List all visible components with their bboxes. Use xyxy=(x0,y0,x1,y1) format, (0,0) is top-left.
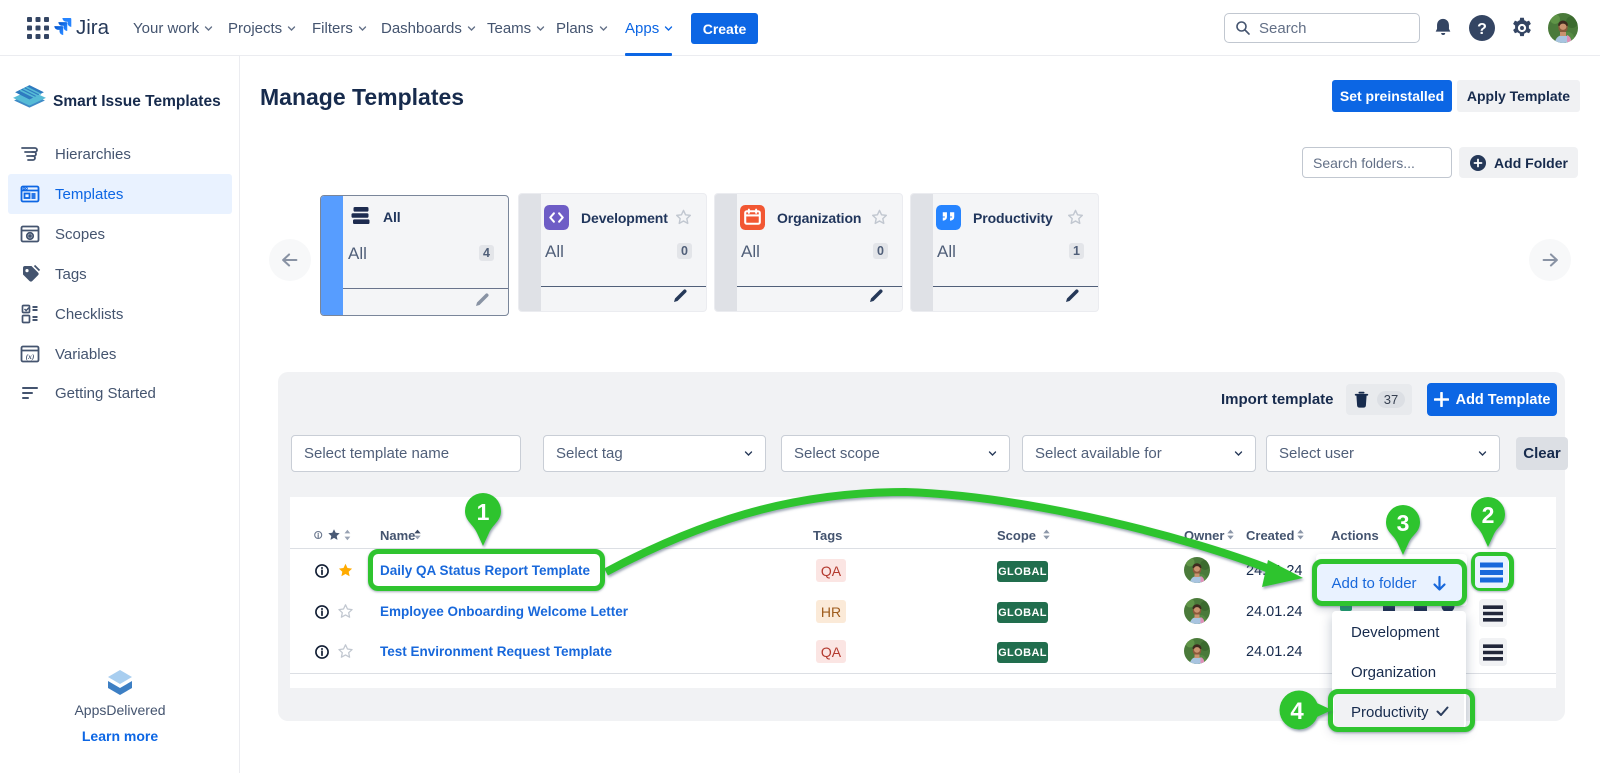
svg-text:(x): (x) xyxy=(26,352,35,361)
svg-text:?: ? xyxy=(1477,21,1487,38)
